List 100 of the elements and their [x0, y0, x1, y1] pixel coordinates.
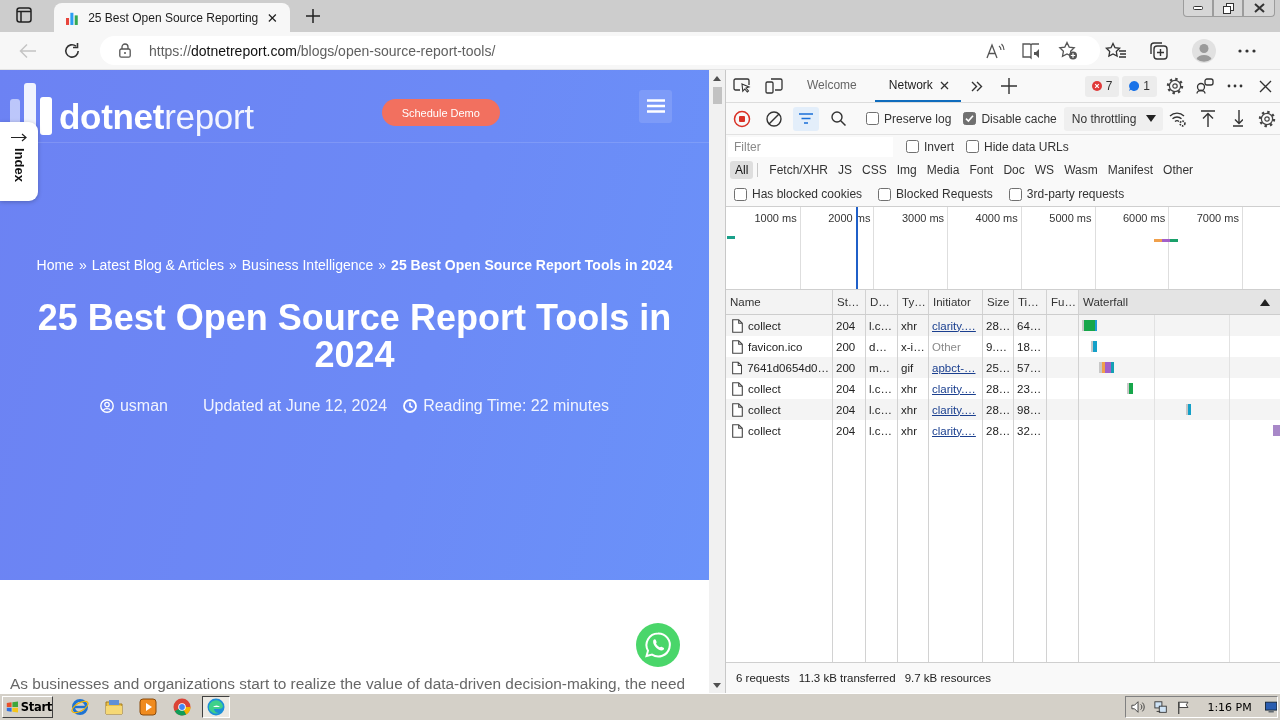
- show-desktop-icon[interactable]: [1264, 701, 1277, 713]
- type-filter-tab[interactable]: Manifest: [1102, 161, 1159, 179]
- taskbar-button[interactable]: [202, 696, 230, 718]
- reader-view-icon[interactable]: [1022, 41, 1042, 60]
- close-icon[interactable]: [268, 12, 277, 23]
- checkbox[interactable]: [1008, 187, 1022, 201]
- column-header[interactable]: Name: [726, 290, 833, 314]
- page-scrollbar[interactable]: [709, 70, 725, 693]
- close-icon[interactable]: [1258, 79, 1272, 93]
- type-filter-tab[interactable]: JS: [833, 161, 858, 179]
- menu-button[interactable]: [639, 89, 672, 123]
- restore-button[interactable]: [1213, 0, 1243, 17]
- upload-icon[interactable]: [1201, 110, 1215, 127]
- tab-title[interactable]: 25 Best Open Source Reporting: [88, 10, 259, 25]
- inspect-icon[interactable]: [733, 78, 751, 94]
- url-text[interactable]: https://dotnetreport.com/blogs/open-source-report-tools/: [149, 42, 496, 59]
- clear-icon[interactable]: [766, 110, 782, 127]
- initiator-link[interactable]: clarity.…: [932, 382, 976, 395]
- table-row[interactable]: 7641d0654d0… 200 m… gif apbct-… 25… 57…: [726, 357, 1280, 378]
- address-bar[interactable]: https://dotnetreport.com/blogs/open-source-report-tools/: [100, 36, 1100, 65]
- checkbox-label[interactable]: Disable cache: [981, 111, 1057, 126]
- checkbox-label[interactable]: Blocked Requests: [896, 187, 993, 201]
- checkbox[interactable]: [906, 140, 919, 153]
- table-row[interactable]: collect 204 l.c… xhr clarity.… 28… 32…: [726, 420, 1280, 441]
- type-filter-tab[interactable]: Wasm: [1059, 161, 1103, 179]
- initiator-link[interactable]: apbct-…: [932, 361, 976, 374]
- arrow-right-icon: [11, 133, 27, 142]
- table-row[interactable]: collect 204 l.c… xhr clarity.… 28… 64…: [726, 315, 1280, 336]
- type-filter-tab[interactable]: Font: [964, 161, 999, 179]
- search-icon[interactable]: [830, 111, 846, 126]
- start-button[interactable]: Start: [2, 696, 53, 718]
- column-header[interactable]: St…: [833, 290, 866, 314]
- scroll-up-icon[interactable]: [713, 76, 721, 81]
- panel-tab[interactable]: Welcome: [793, 70, 869, 102]
- clock-time[interactable]: 1:16 PM: [1207, 700, 1252, 714]
- column-header[interactable]: D…: [866, 290, 898, 314]
- settings-icon[interactable]: [1257, 109, 1276, 128]
- column-header[interactable]: Waterfall: [1079, 290, 1280, 314]
- tab-actions-icon[interactable]: [16, 7, 32, 23]
- filter-field[interactable]: Filter: [728, 136, 893, 157]
- new-tab-icon[interactable]: [305, 8, 321, 24]
- chevrons-icon[interactable]: [970, 80, 983, 92]
- more-icon[interactable]: [1227, 84, 1243, 88]
- type-filter-tab[interactable]: All: [730, 161, 754, 179]
- add-favorite-icon[interactable]: [1058, 41, 1078, 60]
- checkbox[interactable]: [963, 112, 977, 125]
- filter-toggle-button[interactable]: [793, 106, 819, 131]
- checkbox-label[interactable]: Has blocked cookies: [752, 187, 863, 201]
- column-header[interactable]: Size: [983, 290, 1014, 314]
- scroll-thumb[interactable]: [712, 87, 722, 104]
- browser-tab[interactable]: 25 Best Open Source Reporting: [54, 3, 290, 32]
- column-header[interactable]: Ty…: [898, 290, 929, 314]
- record-icon[interactable]: [733, 109, 751, 128]
- lock-icon[interactable]: [119, 43, 131, 58]
- window-close-button[interactable]: [1243, 0, 1275, 17]
- wifi-settings-icon[interactable]: [1169, 110, 1187, 127]
- download-icon[interactable]: [1233, 110, 1243, 127]
- column-header[interactable]: Ti…: [1014, 290, 1047, 314]
- initiator-link[interactable]: clarity.…: [932, 424, 976, 437]
- waterfall-bar: [1127, 383, 1133, 394]
- type-filter-tab[interactable]: Fetch/XHR: [764, 161, 834, 179]
- table-row[interactable]: collect 204 l.c… xhr clarity.… 28… 98…: [726, 399, 1280, 420]
- connections-icon[interactable]: [1196, 78, 1214, 94]
- device-icon[interactable]: [765, 78, 783, 94]
- message-count-badge[interactable]: 1: [1122, 75, 1157, 97]
- settings-icon[interactable]: [1166, 77, 1184, 95]
- type-filter-tab[interactable]: Other: [1158, 161, 1199, 179]
- plus-icon[interactable]: [1000, 78, 1017, 94]
- type-filter-tab[interactable]: CSS: [857, 161, 892, 179]
- column-header[interactable]: Initiator: [929, 290, 983, 314]
- collections-icon[interactable]: [1149, 40, 1169, 61]
- close-icon[interactable]: [939, 80, 949, 90]
- scroll-down-icon[interactable]: [713, 683, 721, 688]
- checkbox[interactable]: [734, 187, 747, 201]
- profile-avatar-icon[interactable]: [1192, 38, 1216, 63]
- checkbox-label[interactable]: Preserve log: [884, 111, 952, 126]
- throttling-select[interactable]: No throttling: [1063, 106, 1163, 131]
- volume-icon[interactable]: [1131, 700, 1146, 714]
- minimize-button[interactable]: [1183, 0, 1213, 17]
- initiator-link[interactable]: clarity.…: [932, 403, 976, 416]
- checkbox-label[interactable]: Hide data URLs: [984, 139, 1069, 154]
- checkbox-label[interactable]: 3rd-party requests: [1026, 187, 1125, 201]
- flag-icon[interactable]: [1177, 699, 1190, 715]
- checkbox-label[interactable]: Invert: [924, 139, 954, 154]
- checkbox[interactable]: [866, 112, 879, 125]
- refresh-icon[interactable]: [63, 41, 81, 60]
- more-icon[interactable]: [1238, 48, 1256, 53]
- type-filter-tab[interactable]: Media: [921, 161, 965, 179]
- initiator-link[interactable]: clarity.…: [932, 319, 976, 332]
- favorites-icon[interactable]: [1105, 41, 1127, 60]
- type-filter-tab[interactable]: Doc: [998, 161, 1030, 179]
- index-tab[interactable]: Index: [0, 122, 38, 201]
- checkbox[interactable]: [878, 187, 892, 201]
- read-aloud-icon[interactable]: [986, 41, 1006, 60]
- waterfall-bar: [1186, 404, 1191, 415]
- type-filter-tab[interactable]: Img: [891, 161, 922, 179]
- error-count-badge[interactable]: 7: [1084, 75, 1120, 97]
- checkbox[interactable]: [966, 140, 979, 153]
- network-icon[interactable]: [1154, 699, 1169, 715]
- type-filter-tab[interactable]: WS: [1029, 161, 1060, 179]
